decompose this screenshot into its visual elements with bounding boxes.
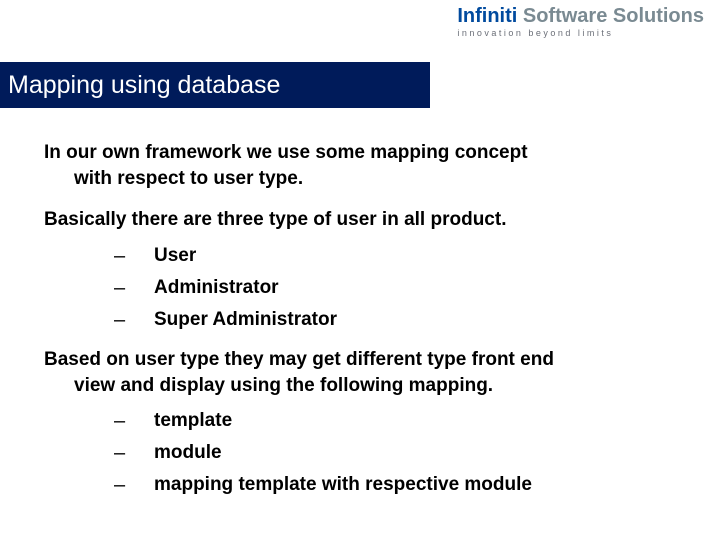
title-bar: Mapping using database bbox=[0, 62, 430, 108]
dash-icon: – bbox=[114, 472, 154, 498]
content-area: In our own framework we use some mapping… bbox=[44, 140, 680, 512]
text-line: In our own framework we use some mapping… bbox=[44, 140, 680, 166]
paragraph-intro: In our own framework we use some mapping… bbox=[44, 140, 680, 191]
page-title: Mapping using database bbox=[0, 71, 280, 100]
list-mapping: – template – module – mapping template w… bbox=[44, 408, 680, 498]
list-item-label: Super Administrator bbox=[154, 307, 680, 333]
list-item-label: User bbox=[154, 243, 680, 269]
dash-icon: – bbox=[114, 408, 154, 434]
paragraph-mapping: Based on user type they may get differen… bbox=[44, 347, 680, 398]
logo-main: Infiniti Software Solutions bbox=[457, 6, 704, 26]
slide: Infiniti Software Solutions innovation b… bbox=[0, 0, 720, 540]
logo-brand-prefix: Infiniti bbox=[457, 5, 517, 27]
list-item-label: template bbox=[154, 408, 680, 434]
list-item: – Super Administrator bbox=[44, 307, 680, 333]
list-item: – module bbox=[44, 440, 680, 466]
list-item: – Administrator bbox=[44, 275, 680, 301]
list-item: – mapping template with respective modul… bbox=[44, 472, 680, 498]
list-user-types: – User – Administrator – Super Administr… bbox=[44, 243, 680, 333]
text-line: with respect to user type. bbox=[44, 166, 680, 192]
list-item: – template bbox=[44, 408, 680, 434]
dash-icon: – bbox=[114, 275, 154, 301]
list-item-label: module bbox=[154, 440, 680, 466]
paragraph-user-types: Basically there are three type of user i… bbox=[44, 207, 680, 233]
dash-icon: – bbox=[114, 307, 154, 333]
list-item: – User bbox=[44, 243, 680, 269]
list-item-label: mapping template with respective module bbox=[154, 472, 680, 498]
logo-tagline: innovation beyond limits bbox=[457, 29, 704, 38]
dash-icon: – bbox=[114, 440, 154, 466]
logo-brand-suffix: Software Solutions bbox=[517, 5, 704, 27]
list-item-label: Administrator bbox=[154, 275, 680, 301]
company-logo: Infiniti Software Solutions innovation b… bbox=[457, 6, 704, 38]
dash-icon: – bbox=[114, 243, 154, 269]
text-line: Based on user type they may get differen… bbox=[44, 347, 680, 373]
text-line: view and display using the following map… bbox=[44, 373, 680, 399]
